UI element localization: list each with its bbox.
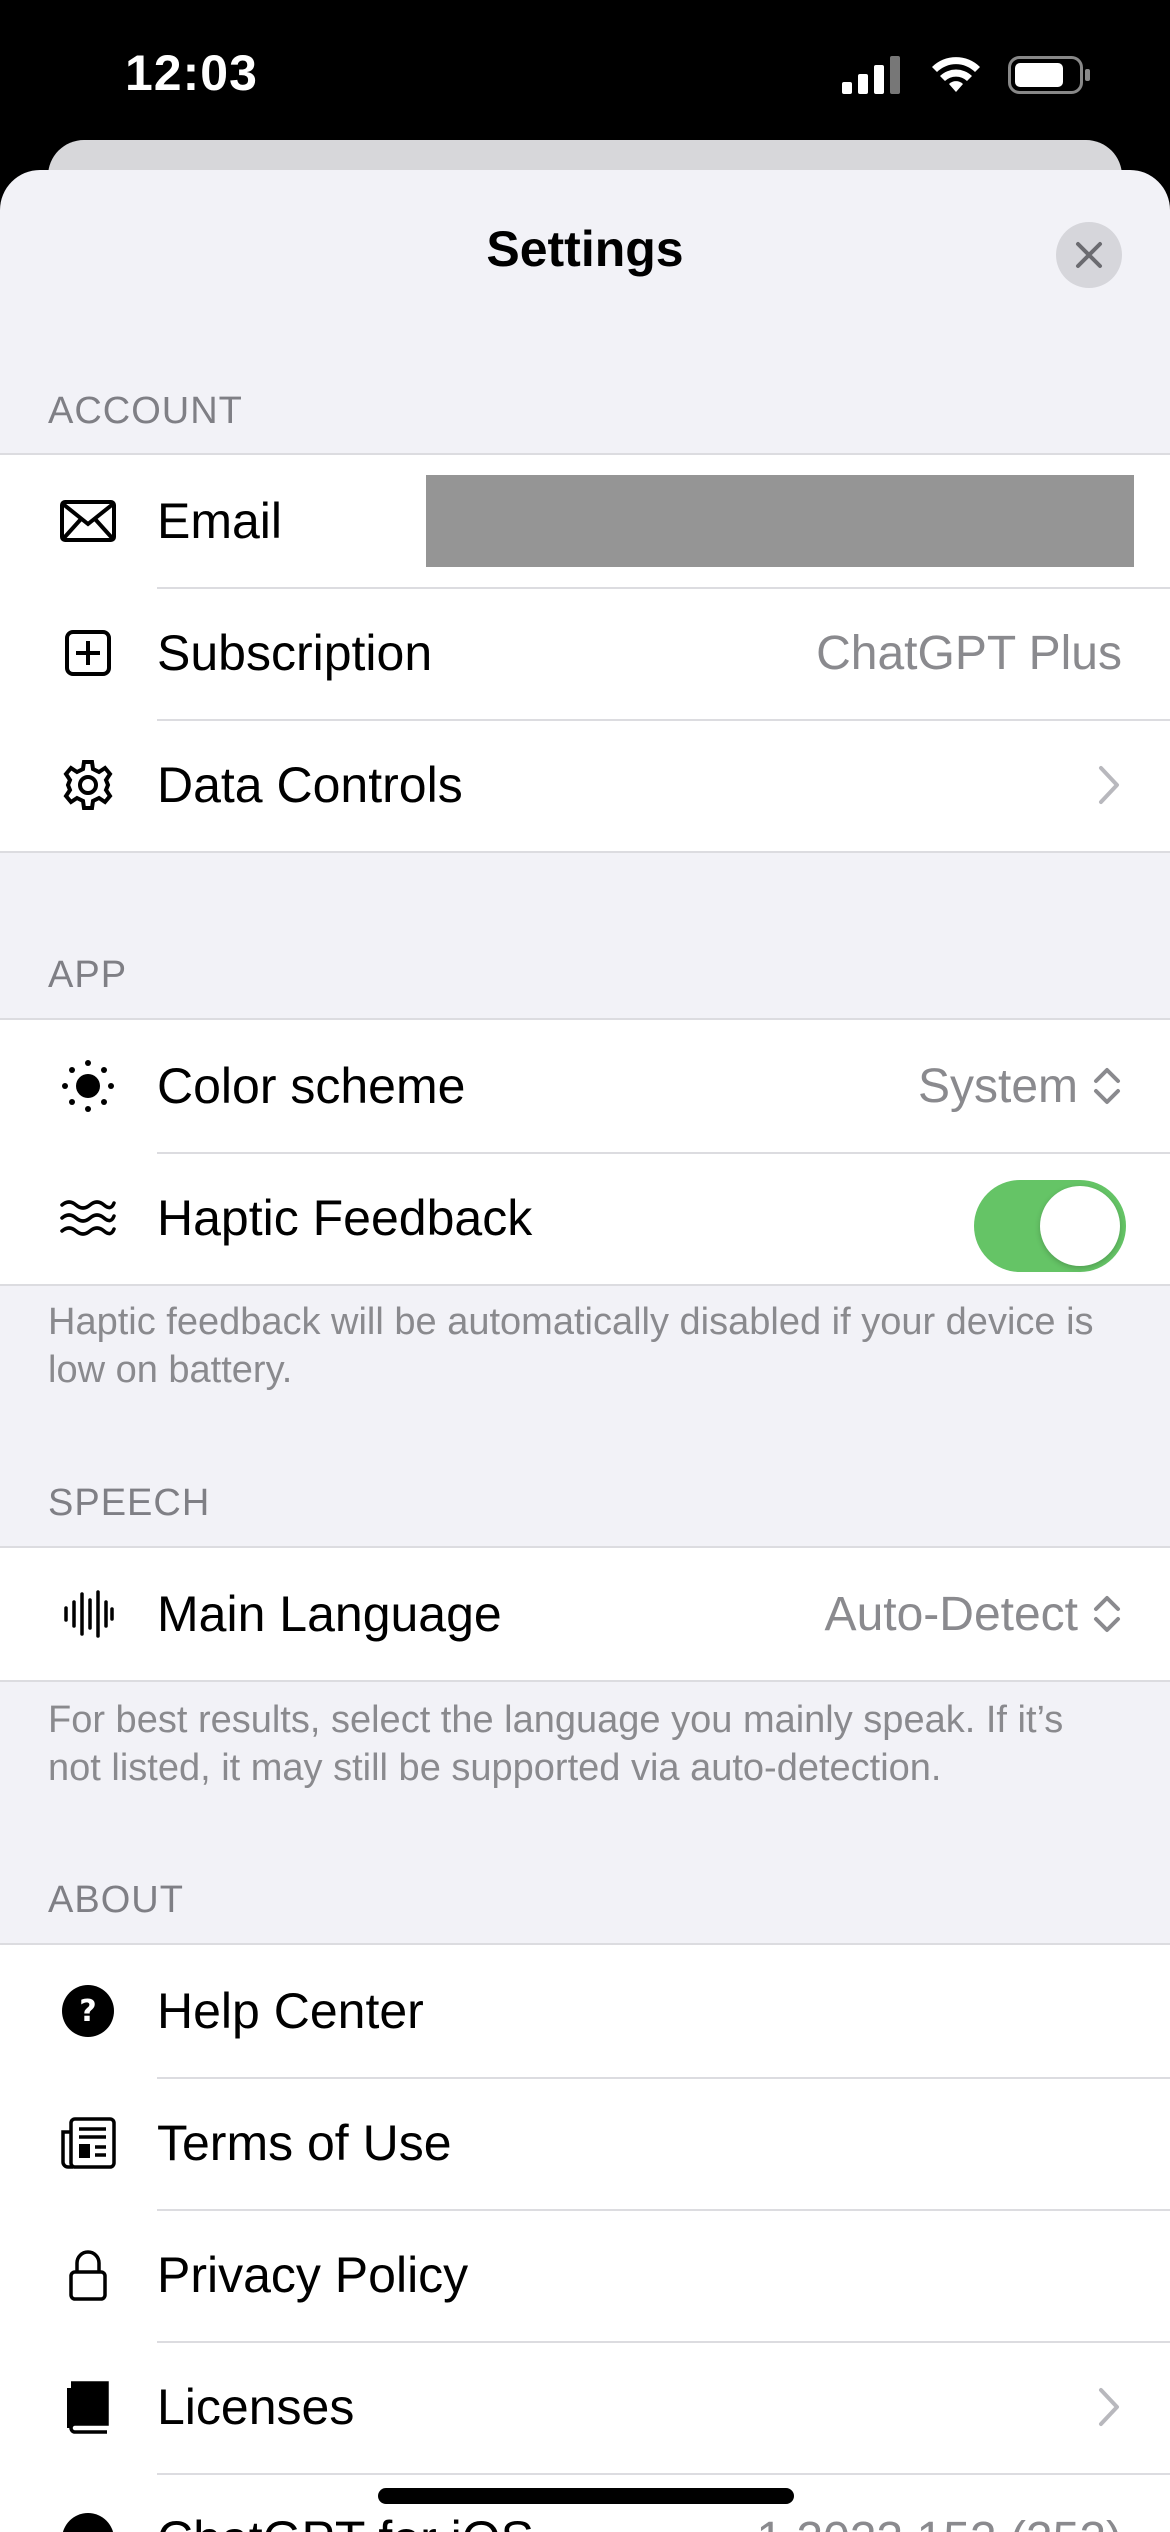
app-version-value: 1.2023.152 (252) <box>756 2512 1122 2532</box>
email-row[interactable]: Email <box>0 455 1170 587</box>
svg-text:?: ? <box>79 1994 96 2029</box>
cellular-signal-icon <box>842 56 900 94</box>
envelope-icon <box>58 493 118 549</box>
app-group: Color scheme System Haptic Feedback <box>0 1018 1170 1286</box>
color-scheme-label: Color scheme <box>157 1058 466 1114</box>
privacy-policy-row[interactable]: Privacy Policy <box>0 2209 1170 2341</box>
section-header-speech: SPEECH <box>48 1482 211 1524</box>
question-circle-icon: ? <box>58 1983 118 2039</box>
language-footnote: For best results, select the language yo… <box>48 1699 1064 1789</box>
lock-icon <box>58 2247 118 2303</box>
help-center-row[interactable]: ? Help Center <box>0 1945 1170 2077</box>
home-indicator <box>378 2488 794 2504</box>
app-version-label: ChatGPT for iOS <box>157 2510 534 2532</box>
section-header-account: ACCOUNT <box>48 390 243 432</box>
subscription-row[interactable]: Subscription ChatGPT Plus <box>0 587 1170 719</box>
close-button[interactable] <box>1056 222 1122 288</box>
page-title: Settings <box>486 221 684 277</box>
waveform-icon <box>58 1586 118 1642</box>
book-icon <box>58 2379 118 2435</box>
main-language-picker[interactable]: Auto-Detect <box>825 1587 1122 1642</box>
battery-icon <box>1008 56 1090 94</box>
data-controls-label: Data Controls <box>157 757 463 813</box>
color-scheme-value: System <box>917 1059 1078 1113</box>
main-language-label: Main Language <box>157 1586 502 1642</box>
chevron-right-icon <box>1099 2388 1119 2426</box>
chevron-up-down-icon <box>1094 1068 1120 1104</box>
status-icons <box>842 56 1092 94</box>
subscription-label: Subscription <box>157 625 433 681</box>
haptic-footnote: Haptic feedback will be automatically di… <box>48 1301 1094 1391</box>
section-header-about: ABOUT <box>48 1879 184 1921</box>
haptic-feedback-row: Haptic Feedback <box>0 1152 1170 1284</box>
haptic-feedback-toggle[interactable] <box>974 1180 1126 1272</box>
settings-sheet: Settings ACCOUNT Email Subscription Chat… <box>0 170 1170 2532</box>
about-group: ? Help Center Terms of Use Privacy Polic… <box>0 1943 1170 2532</box>
plus-square-icon <box>58 625 118 681</box>
chatgpt-logo-icon <box>58 2511 118 2532</box>
chevron-right-icon <box>1099 766 1119 804</box>
wifi-icon <box>932 57 980 92</box>
help-center-label: Help Center <box>157 1983 424 2039</box>
email-label: Email <box>157 493 283 549</box>
haptic-feedback-label: Haptic Feedback <box>157 1190 533 1246</box>
sheet-header: Settings <box>0 170 1170 340</box>
terms-of-use-row[interactable]: Terms of Use <box>0 2077 1170 2209</box>
chevron-up-down-icon <box>1094 1596 1120 1632</box>
main-language-value: Auto-Detect <box>824 1587 1078 1641</box>
toggle-knob <box>1040 1186 1120 1266</box>
status-time: 12:03 <box>125 45 258 101</box>
sun-icon <box>58 1058 118 1114</box>
data-controls-row[interactable]: Data Controls <box>0 719 1170 851</box>
waves-icon <box>58 1190 118 1246</box>
licenses-row[interactable]: Licenses <box>0 2341 1170 2473</box>
status-bar: 12:03 <box>0 0 1170 150</box>
redacted-email-value <box>426 475 1134 567</box>
terms-of-use-label: Terms of Use <box>157 2115 452 2171</box>
main-language-row[interactable]: Main Language Auto-Detect <box>0 1548 1170 1680</box>
privacy-policy-label: Privacy Policy <box>157 2247 469 2303</box>
gear-icon <box>58 757 118 813</box>
close-icon <box>1076 242 1102 268</box>
section-header-app: APP <box>48 954 128 996</box>
color-scheme-picker[interactable]: System <box>918 1059 1122 1114</box>
licenses-label: Licenses <box>157 2379 355 2435</box>
color-scheme-row[interactable]: Color scheme System <box>0 1020 1170 1152</box>
newspaper-icon <box>58 2115 118 2171</box>
subscription-value: ChatGPT Plus <box>816 626 1122 680</box>
speech-group: Main Language Auto-Detect <box>0 1546 1170 1682</box>
account-group: Email Subscription ChatGPT Plus Data Con… <box>0 453 1170 853</box>
